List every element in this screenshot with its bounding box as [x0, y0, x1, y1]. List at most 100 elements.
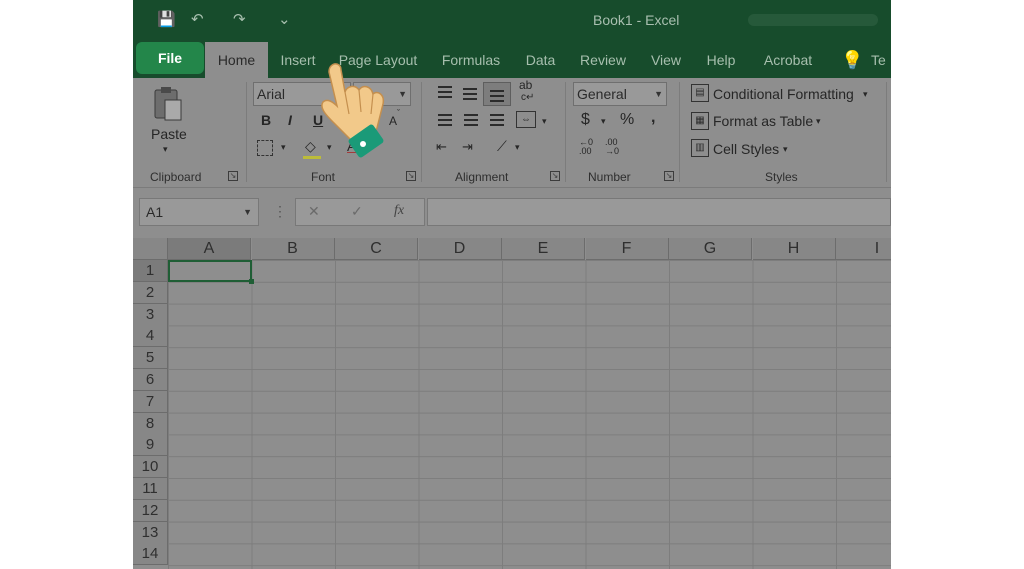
tab-tell-me[interactable]: Te — [871, 42, 891, 78]
lightbulb-icon[interactable]: 💡 — [841, 42, 863, 78]
chevron-down-icon: ▾ — [783, 144, 788, 154]
tab-acrobat[interactable]: Acrobat — [755, 42, 821, 78]
column-header-f[interactable]: F — [585, 238, 669, 260]
column-header-i[interactable]: I — [836, 238, 891, 260]
row-header-2[interactable]: 2 — [133, 281, 168, 304]
row-header-11[interactable]: 11 — [133, 478, 168, 500]
wrap-text-button[interactable]: ab — [519, 79, 532, 91]
row-header-10[interactable]: 10 — [133, 456, 168, 479]
clipboard-launcher-icon[interactable]: ↘ — [228, 171, 238, 181]
bold-button[interactable]: B — [261, 112, 271, 128]
align-right-icon[interactable] — [490, 114, 504, 126]
column-header-b[interactable]: B — [251, 238, 335, 260]
increase-indent-icon[interactable]: ⇥ — [462, 139, 473, 155]
tab-home[interactable]: Home — [205, 42, 268, 78]
font-group-label: Font — [311, 170, 336, 184]
name-box[interactable]: A1 ▼ — [139, 198, 259, 226]
account-area[interactable] — [748, 14, 878, 26]
paste-icon[interactable] — [151, 86, 185, 122]
conditional-formatting-button[interactable]: Conditional Formatting — [713, 86, 854, 102]
currency-dropdown-icon[interactable]: ▾ — [601, 116, 606, 127]
save-icon[interactable]: 💾 — [157, 10, 176, 28]
chevron-down-icon: ▼ — [398, 89, 407, 99]
align-bottom-button[interactable] — [483, 82, 511, 106]
italic-button[interactable]: I — [288, 112, 292, 128]
group-divider — [886, 82, 887, 182]
tab-help[interactable]: Help — [699, 42, 743, 78]
group-divider — [421, 82, 422, 182]
row-header-4[interactable]: 4 — [133, 325, 168, 348]
customize-qat-icon[interactable]: ⌄ — [278, 10, 291, 28]
paste-button[interactable]: Paste — [151, 126, 187, 142]
merge-center-icon[interactable]: ⇔ — [516, 111, 536, 128]
chevron-down-icon: ▾ — [816, 116, 821, 126]
align-center-icon[interactable] — [464, 114, 478, 126]
tab-data[interactable]: Data — [518, 42, 563, 78]
column-header-g[interactable]: G — [669, 238, 752, 260]
borders-icon[interactable] — [257, 140, 273, 156]
formula-input[interactable] — [427, 198, 891, 226]
formula-buttons: ✕ ✓ fx — [295, 198, 425, 226]
increase-decimal-icon[interactable]: ←0.00 — [579, 138, 593, 156]
enter-icon[interactable]: ✓ — [351, 203, 363, 220]
row-header-5[interactable]: 5 — [133, 347, 168, 370]
row-header-3[interactable]: 3 — [133, 303, 168, 326]
row-header-7[interactable]: 7 — [133, 390, 168, 413]
paste-dropdown-icon[interactable]: ▾ — [163, 144, 168, 155]
alignment-group-label: Alignment — [455, 170, 509, 184]
chevron-down-icon: ▼ — [654, 89, 663, 99]
active-cell-a1[interactable] — [168, 260, 254, 284]
decrease-indent-icon[interactable]: ⇤ — [436, 139, 447, 155]
orientation-dropdown-icon[interactable]: ▾ — [515, 142, 520, 153]
align-top-icon[interactable] — [438, 86, 452, 98]
decrease-decimal-icon[interactable]: .00 →0 — [605, 138, 619, 156]
column-header-a[interactable]: A — [168, 238, 251, 260]
select-all-corner[interactable] — [133, 238, 168, 260]
name-box-value: A1 — [146, 204, 164, 220]
undo-icon[interactable]: ↶ — [191, 10, 204, 28]
excel-window: 💾 ↶ ↷ ⌄ Book1 - Excel File Home Insert P… — [133, 0, 891, 569]
font-launcher-icon[interactable]: ↘ — [406, 171, 416, 181]
column-header-e[interactable]: E — [502, 238, 585, 260]
comma-button[interactable]: , — [651, 109, 655, 127]
cell-area[interactable] — [168, 260, 891, 569]
tab-view[interactable]: View — [643, 42, 689, 78]
formula-bar-grip-icon: ⋮ — [273, 203, 287, 219]
redo-icon[interactable]: ↷ — [233, 10, 246, 28]
insert-function-button[interactable]: fx — [394, 203, 404, 219]
tab-file[interactable]: File — [136, 42, 204, 74]
column-header-d[interactable]: D — [418, 238, 502, 260]
borders-dropdown-icon[interactable]: ▾ — [281, 142, 286, 153]
worksheet-grid: ABCDEFGHI 1 2 3 4 5 6 7 8 9 10 11 12 13 14 — [133, 238, 891, 569]
number-format-combo[interactable]: General ▼ — [573, 82, 667, 106]
clipboard-group-label: Clipboard — [150, 170, 202, 184]
column-header-h[interactable]: H — [752, 238, 836, 260]
align-left-icon[interactable] — [438, 114, 452, 126]
cancel-icon[interactable]: ✕ — [308, 203, 320, 220]
row-header-14[interactable]: 14 — [133, 543, 168, 566]
row-header-9[interactable]: 9 — [133, 434, 168, 457]
format-as-table-button[interactable]: Format as Table — [713, 113, 813, 129]
font-name-value: Arial — [257, 86, 286, 102]
tab-review[interactable]: Review — [575, 42, 631, 78]
tab-formulas[interactable]: Formulas — [436, 42, 506, 78]
currency-button[interactable]: $ — [581, 111, 590, 129]
ribbon-tabs: File Home Insert Page Layout Formulas Da… — [133, 42, 891, 78]
row-header-13[interactable]: 13 — [133, 521, 168, 544]
orientation-icon[interactable]: ⟋ — [497, 138, 507, 155]
number-format-value: General — [577, 86, 627, 102]
row-header-1[interactable]: 1 — [133, 260, 168, 282]
row-header-8[interactable]: 8 — [133, 412, 168, 435]
column-header-c[interactable]: C — [335, 238, 418, 260]
row-header-6[interactable]: 6 — [133, 369, 168, 391]
percent-button[interactable]: % — [620, 111, 634, 129]
align-middle-icon[interactable] — [463, 88, 477, 100]
row-header-12[interactable]: 12 — [133, 499, 168, 522]
cell-styles-button[interactable]: Cell Styles — [713, 141, 779, 157]
number-launcher-icon[interactable]: ↘ — [664, 171, 674, 181]
ribbon: Paste ▾ Clipboard ↘ Arial▼ 11▼ B I U ▾ A… — [133, 78, 891, 188]
title-bar: 💾 ↶ ↷ ⌄ Book1 - Excel — [133, 0, 891, 42]
alignment-launcher-icon[interactable]: ↘ — [550, 171, 560, 181]
merge-dropdown-icon[interactable]: ▾ — [542, 116, 547, 127]
group-divider — [565, 82, 566, 182]
